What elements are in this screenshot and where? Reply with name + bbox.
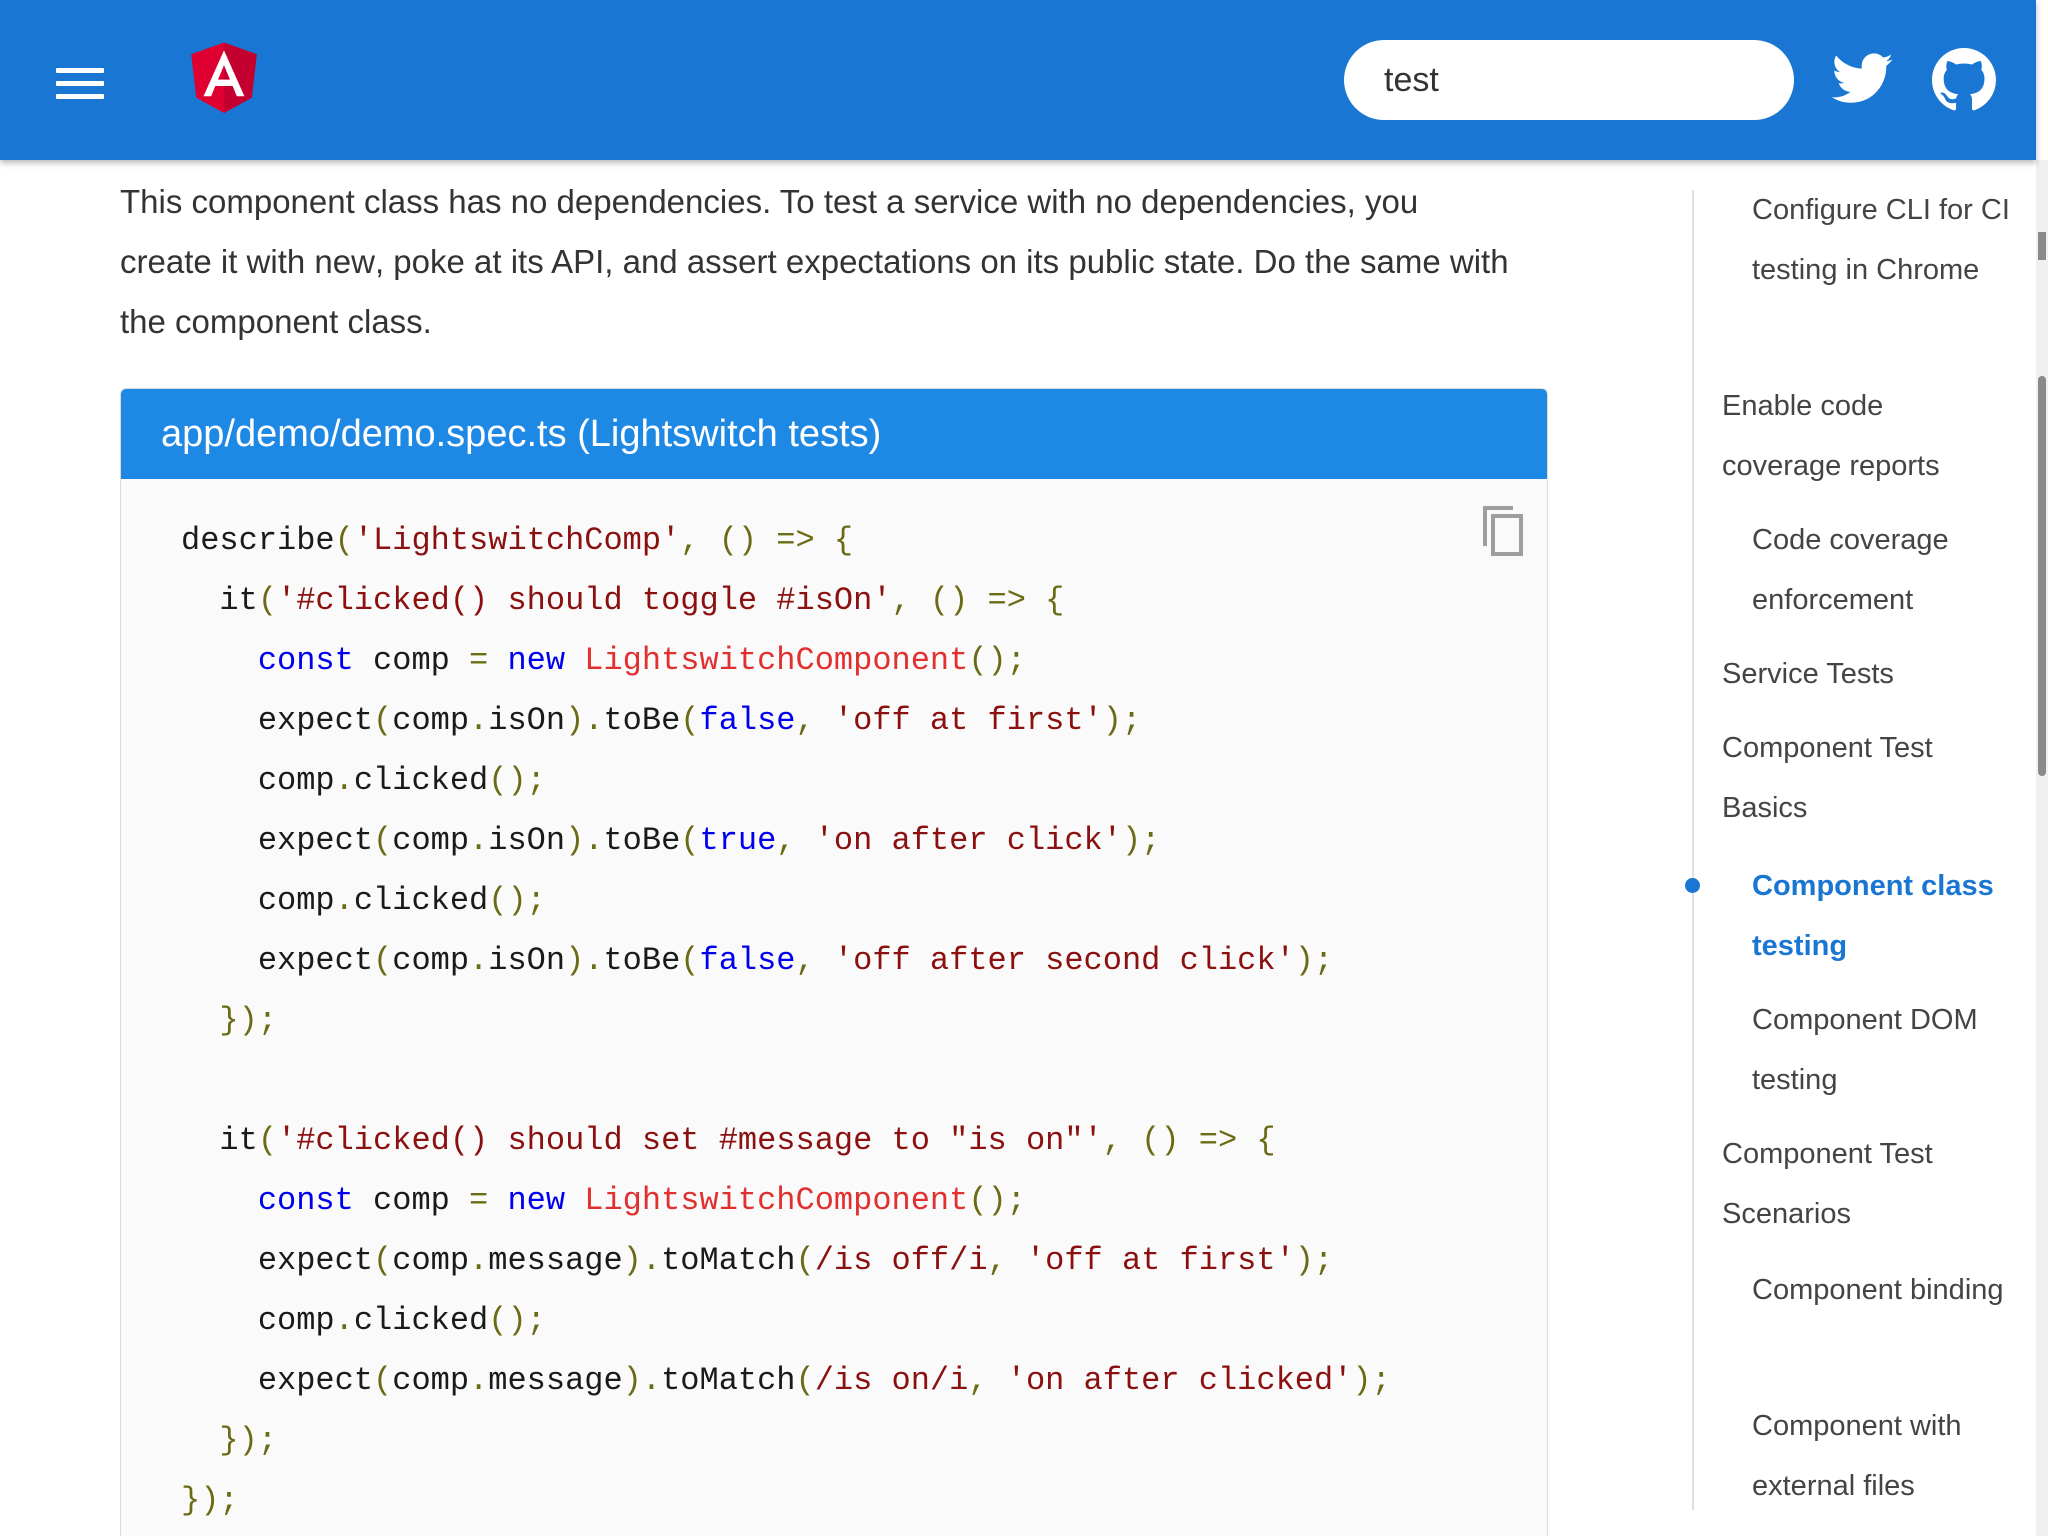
top-toolbar	[0, 0, 2036, 160]
copy-icon[interactable]	[1477, 501, 1525, 559]
toc-rail	[1692, 190, 1694, 1510]
toc-item-component-class-testing[interactable]: Component class testing	[1752, 856, 2020, 976]
toc-item-coverage-enforcement[interactable]: Code coverage enforcement	[1752, 510, 2020, 630]
inline-code-new: new	[314, 243, 375, 280]
toc-item-component-binding[interactable]: Component binding	[1752, 1260, 2020, 1320]
toc-item-component-external-files[interactable]: Component with external files	[1752, 1396, 2020, 1516]
toc-item-component-test-scenarios[interactable]: Component Test Scenarios	[1722, 1124, 1992, 1244]
toc-item-configure-cli[interactable]: Configure CLI for CI testing in Chrome	[1752, 180, 2020, 300]
github-icon[interactable]	[1932, 48, 1996, 112]
search-input[interactable]	[1344, 40, 1794, 120]
toc-item-service-tests[interactable]: Service Tests	[1722, 644, 1992, 704]
scrollbar-marker	[2038, 232, 2046, 260]
code-block: describe('LightswitchComp', () => { it('…	[181, 522, 1391, 1519]
twitter-icon[interactable]	[1832, 52, 1894, 106]
toc-item-enable-coverage[interactable]: Enable code coverage reports	[1722, 376, 1992, 496]
toc-item-component-test-basics[interactable]: Component Test Basics	[1722, 718, 1992, 838]
scrollbar-thumb[interactable]	[2038, 376, 2046, 776]
toc-active-marker	[1685, 878, 1700, 893]
code-example: app/demo/demo.spec.ts (Lightswitch tests…	[120, 388, 1548, 1536]
code-example-title: app/demo/demo.spec.ts (Lightswitch tests…	[121, 389, 1547, 479]
angular-logo[interactable]	[180, 30, 268, 122]
toc-item-component-dom-testing[interactable]: Component DOM testing	[1752, 990, 2020, 1110]
menu-icon[interactable]	[56, 68, 104, 99]
scrollbar-track[interactable]	[2036, 160, 2048, 1536]
intro-paragraph: This component class has no dependencies…	[120, 172, 1510, 352]
